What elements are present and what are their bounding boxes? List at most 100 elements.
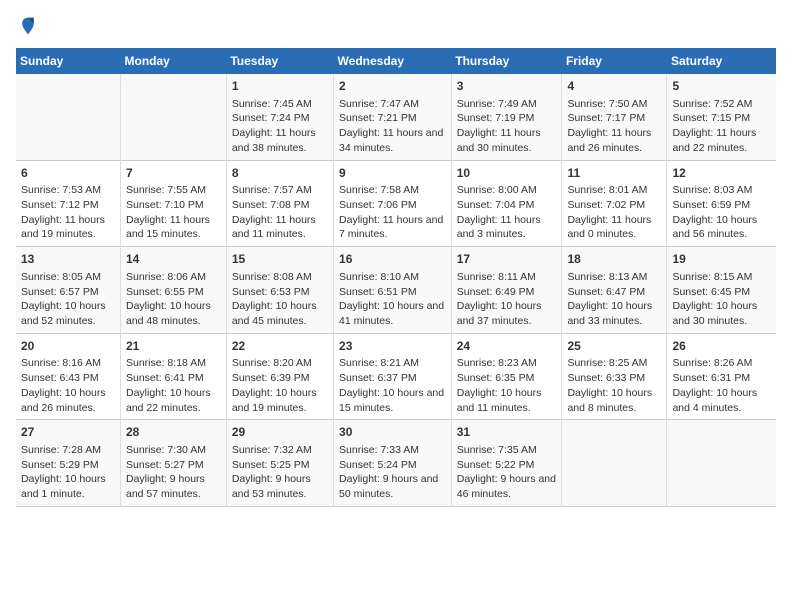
day-info: Sunrise: 7:35 AMSunset: 5:22 PMDaylight:… (457, 443, 557, 502)
day-number: 12 (672, 165, 771, 182)
day-info: Sunrise: 7:49 AMSunset: 7:19 PMDaylight:… (457, 97, 557, 156)
day-cell: 12Sunrise: 8:03 AMSunset: 6:59 PMDayligh… (667, 160, 776, 247)
day-cell: 2 Sunrise: 7:47 AMSunset: 7:21 PMDaylight… (334, 74, 452, 160)
day-info: Sunrise: 8:00 AMSunset: 7:04 PMDaylight:… (457, 183, 557, 242)
day-cell: 30Sunrise: 7:33 AMSunset: 5:24 PMDayligh… (334, 420, 452, 507)
day-number: 22 (232, 338, 328, 355)
day-info: Sunrise: 7:32 AMSunset: 5:25 PMDaylight:… (232, 443, 328, 502)
day-cell: 9Sunrise: 7:58 AMSunset: 7:06 PMDaylight… (334, 160, 452, 247)
weekday-header-tuesday: Tuesday (226, 48, 333, 74)
day-cell: 14 Sunrise: 8:06 AMSunset: 6:55 PMDayligh… (121, 247, 227, 334)
day-number: 15 (232, 251, 328, 268)
day-cell: 27 Sunrise: 7:28 AMSunset: 5:29 PMDayligh… (16, 420, 121, 507)
day-number: 9 (339, 165, 446, 182)
day-number: 25 (567, 338, 661, 355)
day-number: 13 (21, 251, 115, 268)
day-info: Sunrise: 8:03 AMSunset: 6:59 PMDaylight:… (672, 183, 771, 242)
page-header (16, 16, 776, 36)
week-row-2: 6Sunrise: 7:53 AMSunset: 7:12 PMDaylight… (16, 160, 776, 247)
day-info: Sunrise: 7:58 AMSunset: 7:06 PMDaylight:… (339, 183, 446, 242)
day-info: Sunrise: 8:08 AMSunset: 6:53 PMDaylight:… (232, 270, 328, 329)
day-number: 10 (457, 165, 557, 182)
day-number: 27 (21, 424, 115, 441)
day-number: 3 (457, 78, 557, 95)
weekday-header-saturday: Saturday (667, 48, 776, 74)
day-number: 2 (339, 78, 446, 95)
weekday-header-row: SundayMondayTuesdayWednesdayThursdayFrid… (16, 48, 776, 74)
day-number: 8 (232, 165, 328, 182)
day-info: Sunrise: 8:20 AMSunset: 6:39 PMDaylight:… (232, 356, 328, 415)
day-info: Sunrise: 7:45 AMSunset: 7:24 PMDaylight:… (232, 97, 328, 156)
day-cell: 3 Sunrise: 7:49 AMSunset: 7:19 PMDaylight… (451, 74, 562, 160)
day-number: 24 (457, 338, 557, 355)
day-cell: 22Sunrise: 8:20 AMSunset: 6:39 PMDayligh… (226, 333, 333, 420)
day-number: 21 (126, 338, 221, 355)
day-info: Sunrise: 8:11 AMSunset: 6:49 PMDaylight:… (457, 270, 557, 329)
day-info: Sunrise: 7:55 AMSunset: 7:10 PMDaylight:… (126, 183, 221, 242)
day-cell: 19 Sunrise: 8:15 AMSunset: 6:45 PMDayligh… (667, 247, 776, 334)
day-number: 18 (567, 251, 661, 268)
day-info: Sunrise: 8:01 AMSunset: 7:02 PMDaylight:… (567, 183, 661, 242)
day-number: 5 (672, 78, 771, 95)
day-number: 28 (126, 424, 221, 441)
day-cell: 17Sunrise: 8:11 AMSunset: 6:49 PMDayligh… (451, 247, 562, 334)
day-info: Sunrise: 7:30 AMSunset: 5:27 PMDaylight:… (126, 443, 221, 502)
day-cell: 23Sunrise: 8:21 AMSunset: 6:37 PMDayligh… (334, 333, 452, 420)
day-info: Sunrise: 8:05 AMSunset: 6:57 PMDaylight:… (21, 270, 115, 329)
day-cell: 18 Sunrise: 8:13 AMSunset: 6:47 PMDayligh… (562, 247, 667, 334)
day-cell: 26Sunrise: 8:26 AMSunset: 6:31 PMDayligh… (667, 333, 776, 420)
day-info: Sunrise: 7:33 AMSunset: 5:24 PMDaylight:… (339, 443, 446, 502)
day-cell (562, 420, 667, 507)
day-number: 1 (232, 78, 328, 95)
day-number: 11 (567, 165, 661, 182)
day-number: 31 (457, 424, 557, 441)
day-info: Sunrise: 8:16 AMSunset: 6:43 PMDaylight:… (21, 356, 115, 415)
day-cell: 4 Sunrise: 7:50 AMSunset: 7:17 PMDaylight… (562, 74, 667, 160)
calendar-table: SundayMondayTuesdayWednesdayThursdayFrid… (16, 48, 776, 507)
day-number: 20 (21, 338, 115, 355)
day-info: Sunrise: 8:15 AMSunset: 6:45 PMDaylight:… (672, 270, 771, 329)
day-cell: 21Sunrise: 8:18 AMSunset: 6:41 PMDayligh… (121, 333, 227, 420)
day-cell: 20Sunrise: 8:16 AMSunset: 6:43 PMDayligh… (16, 333, 121, 420)
week-row-3: 13 Sunrise: 8:05 AMSunset: 6:57 PMDayligh… (16, 247, 776, 334)
day-cell: 25Sunrise: 8:25 AMSunset: 6:33 PMDayligh… (562, 333, 667, 420)
day-cell: 10Sunrise: 8:00 AMSunset: 7:04 PMDayligh… (451, 160, 562, 247)
day-number: 16 (339, 251, 446, 268)
day-info: Sunrise: 7:50 AMSunset: 7:17 PMDaylight:… (567, 97, 661, 156)
day-cell: 16Sunrise: 8:10 AMSunset: 6:51 PMDayligh… (334, 247, 452, 334)
day-info: Sunrise: 8:06 AMSunset: 6:55 PMDaylight:… (126, 270, 221, 329)
day-info: Sunrise: 8:13 AMSunset: 6:47 PMDaylight:… (567, 270, 661, 329)
day-info: Sunrise: 8:26 AMSunset: 6:31 PMDaylight:… (672, 356, 771, 415)
day-cell: 8Sunrise: 7:57 AMSunset: 7:08 PMDaylight… (226, 160, 333, 247)
day-number: 19 (672, 251, 771, 268)
weekday-header-sunday: Sunday (16, 48, 121, 74)
week-row-5: 27 Sunrise: 7:28 AMSunset: 5:29 PMDayligh… (16, 420, 776, 507)
day-info: Sunrise: 8:23 AMSunset: 6:35 PMDaylight:… (457, 356, 557, 415)
day-number: 4 (567, 78, 661, 95)
weekday-header-monday: Monday (121, 48, 227, 74)
day-info: Sunrise: 8:21 AMSunset: 6:37 PMDaylight:… (339, 356, 446, 415)
day-cell: 7Sunrise: 7:55 AMSunset: 7:10 PMDaylight… (121, 160, 227, 247)
day-info: Sunrise: 7:53 AMSunset: 7:12 PMDaylight:… (21, 183, 115, 242)
day-number: 26 (672, 338, 771, 355)
day-info: Sunrise: 7:47 AMSunset: 7:21 PMDaylight:… (339, 97, 446, 156)
week-row-4: 20Sunrise: 8:16 AMSunset: 6:43 PMDayligh… (16, 333, 776, 420)
day-cell: 31 Sunrise: 7:35 AMSunset: 5:22 PMDayligh… (451, 420, 562, 507)
day-number: 14 (126, 251, 221, 268)
week-row-1: 1 Sunrise: 7:45 AMSunset: 7:24 PMDaylight… (16, 74, 776, 160)
logo (16, 16, 40, 36)
day-cell (16, 74, 121, 160)
day-cell: 6Sunrise: 7:53 AMSunset: 7:12 PMDaylight… (16, 160, 121, 247)
day-cell: 29Sunrise: 7:32 AMSunset: 5:25 PMDayligh… (226, 420, 333, 507)
day-number: 6 (21, 165, 115, 182)
day-number: 7 (126, 165, 221, 182)
day-cell (667, 420, 776, 507)
day-cell: 13 Sunrise: 8:05 AMSunset: 6:57 PMDayligh… (16, 247, 121, 334)
day-cell (121, 74, 227, 160)
day-number: 23 (339, 338, 446, 355)
weekday-header-friday: Friday (562, 48, 667, 74)
day-info: Sunrise: 7:28 AMSunset: 5:29 PMDaylight:… (21, 443, 115, 502)
weekday-header-wednesday: Wednesday (334, 48, 452, 74)
day-cell: 28 Sunrise: 7:30 AMSunset: 5:27 PMDayligh… (121, 420, 227, 507)
day-cell: 11Sunrise: 8:01 AMSunset: 7:02 PMDayligh… (562, 160, 667, 247)
